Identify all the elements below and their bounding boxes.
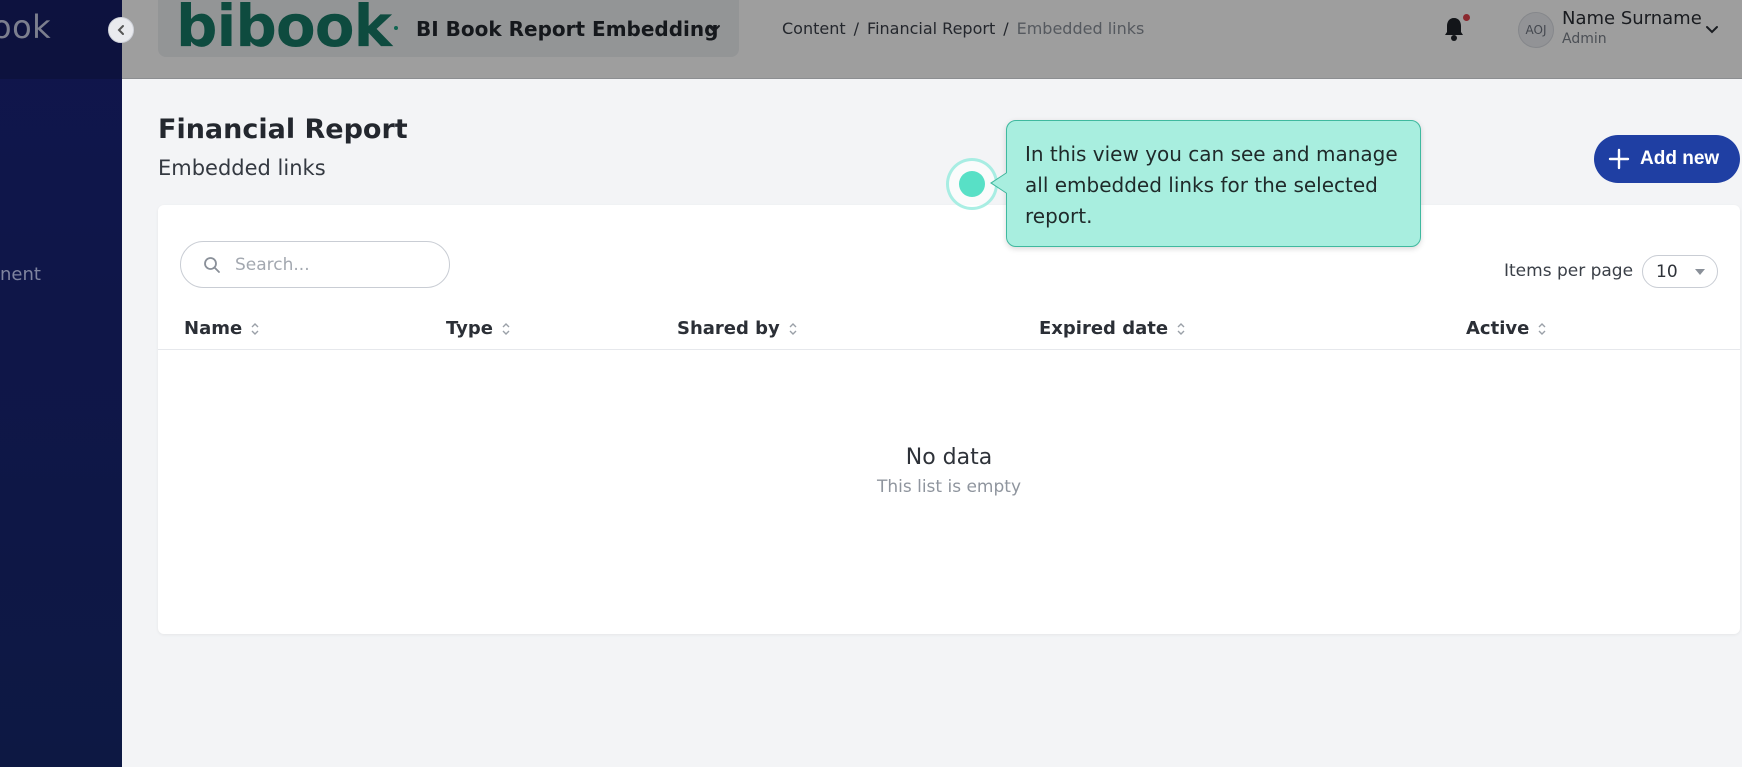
empty-state-title: No data — [905, 445, 993, 470]
search-input[interactable] — [235, 254, 435, 275]
chevron-left-icon — [117, 25, 124, 35]
column-header-shared-by[interactable]: Shared by — [677, 318, 798, 339]
column-label: Name — [184, 318, 243, 339]
sort-icon — [251, 322, 259, 335]
table-header: Name Type Shared by Expired date Active — [158, 310, 1740, 350]
search-box[interactable] — [180, 241, 450, 288]
sidebar-collapse-button[interactable] — [108, 17, 134, 43]
items-per-page-select[interactable]: 10 — [1642, 255, 1718, 288]
caret-down-icon — [1695, 269, 1705, 275]
tour-tooltip: In this view you can see and manage all … — [1006, 120, 1421, 247]
items-per-page-label: Items per page — [1504, 261, 1634, 281]
tour-overlay-top — [0, 0, 1742, 79]
column-header-active[interactable]: Active — [1466, 318, 1547, 339]
tour-overlay-side — [0, 79, 122, 767]
search-icon — [204, 256, 220, 273]
sort-icon — [502, 322, 510, 335]
empty-state-subtitle: This list is empty — [876, 477, 1022, 497]
column-label: Active — [1466, 318, 1530, 339]
column-label: Shared by — [677, 318, 780, 339]
add-new-button[interactable]: Add new — [1594, 135, 1740, 183]
column-header-type[interactable]: Type — [446, 318, 511, 339]
page-title: Financial Report — [158, 114, 408, 145]
plus-icon — [1608, 148, 1630, 170]
tooltip-arrow-fill — [992, 173, 1007, 193]
column-header-name[interactable]: Name — [184, 318, 260, 339]
items-per-page-value: 10 — [1656, 261, 1678, 282]
tour-beacon[interactable] — [959, 171, 985, 197]
page-subtitle: Embedded links — [158, 156, 326, 180]
embedded-links-card: Items per page 10 Name Type Shared by Ex… — [158, 205, 1740, 634]
sort-icon — [1177, 322, 1185, 335]
add-new-label: Add new — [1640, 148, 1720, 169]
sort-icon — [1538, 322, 1546, 335]
sort-icon — [789, 322, 797, 335]
column-header-expired-date[interactable]: Expired date — [1039, 318, 1186, 339]
column-label: Expired date — [1039, 318, 1169, 339]
column-label: Type — [446, 318, 493, 339]
